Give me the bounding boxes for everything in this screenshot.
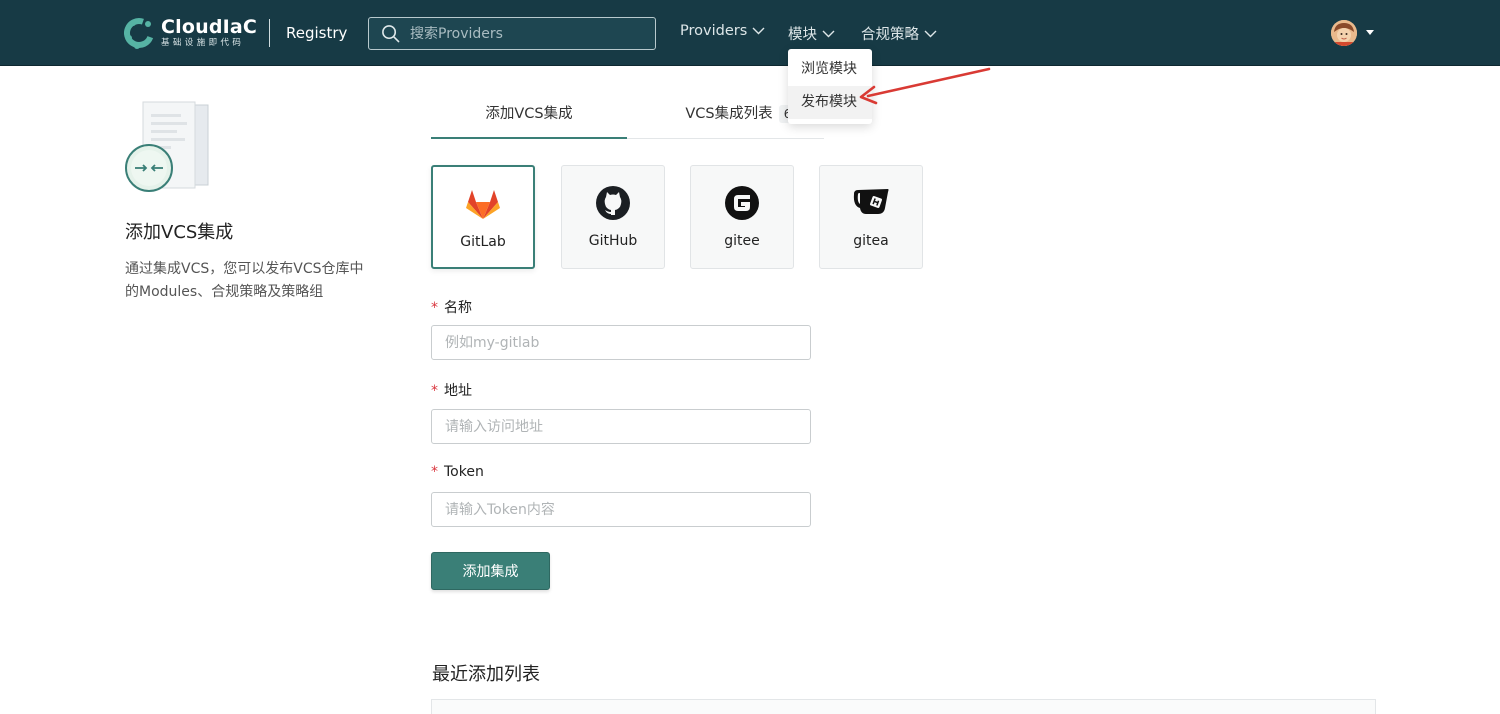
- nav-policies[interactable]: 合规策略: [861, 23, 937, 44]
- gitea-icon: [853, 189, 889, 214]
- add-integration-button[interactable]: 添加集成: [431, 552, 550, 590]
- annotation-arrow-icon: [859, 67, 991, 105]
- nav-providers[interactable]: Providers: [680, 23, 765, 39]
- avatar[interactable]: [1331, 20, 1357, 46]
- vcs-card-gitlab[interactable]: GitLab: [431, 165, 535, 269]
- search-box[interactable]: [368, 17, 656, 50]
- sidebar-description: 通过集成VCS，您可以发布VCS仓库中的Modules、合规策略及策略组: [125, 261, 364, 300]
- brand-name: CloudIaC: [161, 16, 258, 38]
- registry-label[interactable]: Registry: [286, 24, 347, 42]
- gitee-icon: [725, 186, 759, 220]
- vcs-card-label: gitea: [853, 233, 889, 249]
- brand-subtitle: 基础设施即代码: [161, 38, 245, 48]
- sidebar-title: 添加VCS集成: [125, 222, 234, 243]
- nav-modules[interactable]: 模块: [788, 23, 835, 44]
- gitlab-icon: [466, 190, 500, 219]
- name-field[interactable]: [431, 325, 811, 360]
- nav-providers-label: Providers: [680, 23, 748, 39]
- tab-vcs-list-label: VCS集成列表: [685, 106, 773, 122]
- cloudiac-logo-icon: [124, 18, 154, 49]
- required-mark: *: [431, 464, 438, 480]
- vcs-card-gitea[interactable]: gitea: [819, 165, 923, 269]
- nav-modules-label: 模块: [788, 27, 817, 43]
- vcs-integration-illustration: [125, 101, 209, 192]
- recent-list-table: [431, 699, 1376, 714]
- nav-policies-label: 合规策略: [861, 27, 919, 43]
- chevron-down-icon: [924, 30, 937, 37]
- top-navbar: CloudIaC 基础设施即代码 Registry Providers 模块 合…: [0, 0, 1500, 66]
- brand-logo[interactable]: CloudIaC 基础设施即代码: [124, 14, 257, 52]
- address-label-text: 地址: [444, 383, 472, 399]
- caret-down-icon[interactable]: [1366, 30, 1374, 35]
- address-field[interactable]: [431, 409, 811, 444]
- vcs-card-label: gitee: [724, 233, 760, 249]
- vcs-card-label: GitLab: [460, 234, 506, 250]
- chevron-down-icon: [752, 27, 765, 35]
- vcs-card-github[interactable]: GitHub: [561, 165, 665, 269]
- required-mark: *: [431, 383, 438, 399]
- token-field-label: * Token: [431, 464, 484, 480]
- vcs-card-gitee[interactable]: gitee: [690, 165, 794, 269]
- required-mark: *: [431, 300, 438, 316]
- recent-list-title: 最近添加列表: [432, 664, 540, 685]
- vcs-card-label: GitHub: [588, 233, 638, 249]
- search-input[interactable]: [410, 25, 640, 42]
- name-label-text: 名称: [444, 300, 472, 316]
- address-field-label: * 地址: [431, 380, 472, 400]
- tab-add-vcs[interactable]: 添加VCS集成: [431, 96, 627, 139]
- tab-add-vcs-label: 添加VCS集成: [485, 106, 573, 122]
- user-avatar-icon: [1331, 20, 1357, 46]
- name-field-label: * 名称: [431, 297, 472, 317]
- token-label-text: Token: [444, 464, 484, 480]
- brand-divider: [269, 19, 270, 47]
- chevron-down-icon: [822, 30, 835, 37]
- token-field[interactable]: [431, 492, 811, 527]
- vcs-tabs: 添加VCS集成 VCS集成列表6: [431, 96, 824, 139]
- search-icon: [382, 25, 400, 43]
- github-icon: [596, 186, 630, 220]
